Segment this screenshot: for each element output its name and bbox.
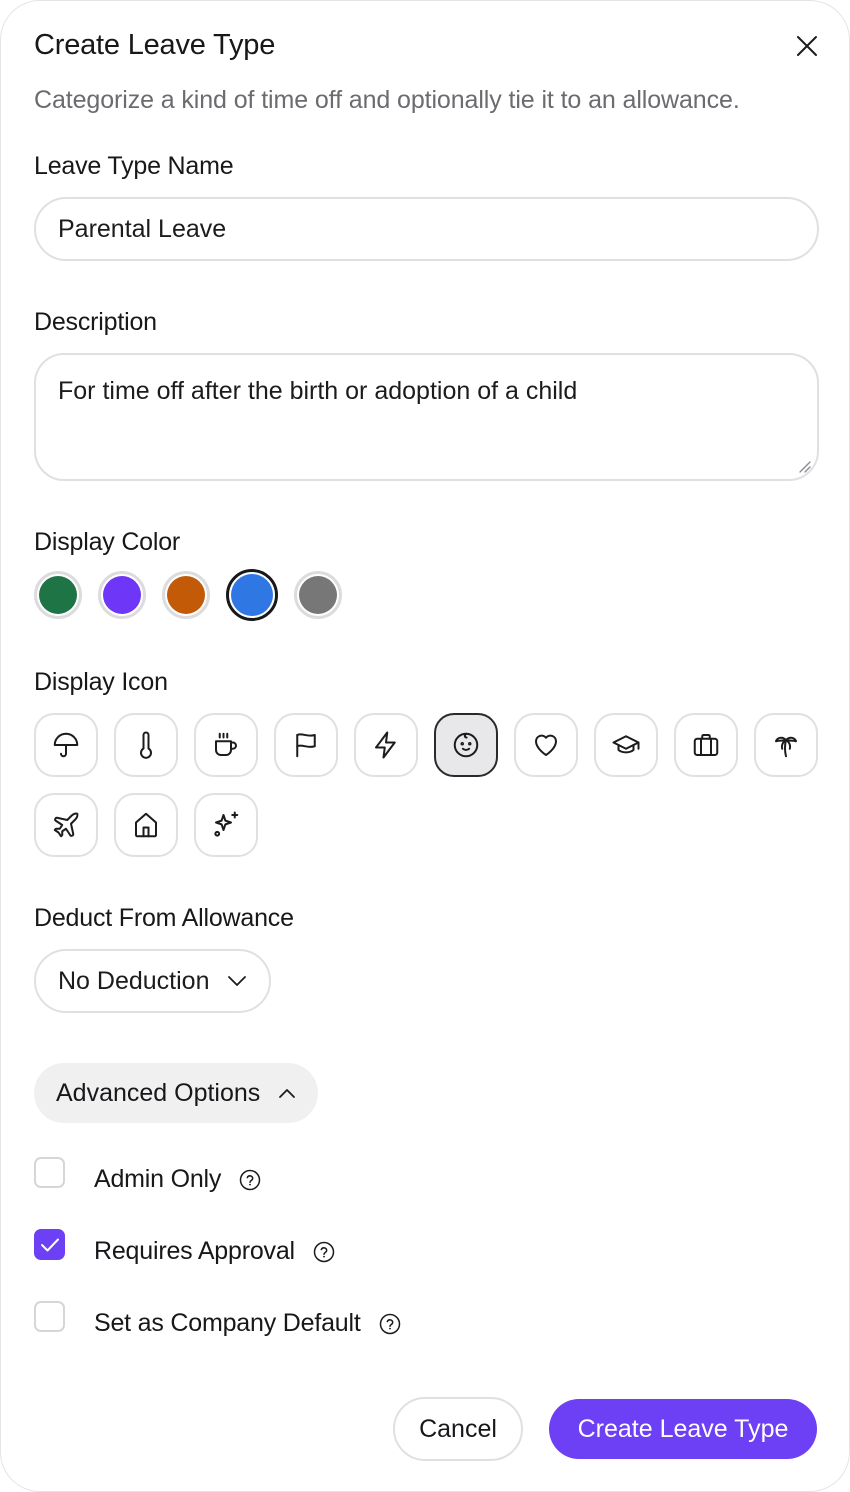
icon-option-heart[interactable] — [514, 713, 578, 777]
icon-option-flag[interactable] — [274, 713, 338, 777]
description-label: Description — [34, 308, 157, 336]
leave-type-name-input[interactable]: Parental Leave — [34, 197, 819, 261]
color-swatch-orange[interactable] — [162, 571, 210, 619]
display-color-label: Display Color — [34, 528, 181, 556]
help-circle-icon[interactable] — [313, 1241, 335, 1263]
color-swatch-gray[interactable] — [294, 571, 342, 619]
flag-icon — [296, 733, 316, 758]
help-circle-icon[interactable] — [239, 1169, 261, 1191]
icon-option-sparkles[interactable] — [194, 793, 258, 857]
admin-only-checkbox[interactable] — [34, 1157, 65, 1188]
admin-only-option: Admin Only — [34, 1157, 261, 1193]
leave-type-name-value: Parental Leave — [58, 214, 227, 243]
icon-option-thermometer[interactable] — [114, 713, 178, 777]
close-button[interactable] — [789, 28, 825, 64]
create-leave-type-button[interactable]: Create Leave Type — [549, 1399, 817, 1459]
thermometer-icon — [140, 731, 152, 759]
color-swatch-green[interactable] — [34, 571, 82, 619]
requires-approval-option: Requires Approval — [34, 1229, 335, 1265]
icon-option-zap[interactable] — [354, 713, 418, 777]
admin-only-label: Admin Only — [94, 1165, 222, 1193]
palm-tree-icon — [775, 736, 797, 758]
cancel-button[interactable]: Cancel — [393, 1397, 523, 1461]
close-icon — [797, 36, 817, 56]
zap-icon — [375, 731, 396, 759]
check-icon — [40, 1238, 59, 1251]
help-circle-icon[interactable] — [379, 1313, 401, 1335]
color-swatch-purple[interactable] — [98, 571, 146, 619]
icon-option-plane[interactable] — [34, 793, 98, 857]
icon-option-home[interactable] — [114, 793, 178, 857]
icon-option-baby[interactable] — [434, 713, 498, 777]
company-default-checkbox[interactable] — [34, 1301, 65, 1332]
home-icon — [135, 812, 157, 838]
dialog-subtitle: Categorize a kind of time off and option… — [34, 86, 740, 114]
umbrella-icon — [53, 732, 79, 758]
deduct-label: Deduct From Allowance — [34, 904, 294, 932]
color-swatch-group — [34, 569, 342, 621]
sparkles-icon — [214, 811, 239, 837]
display-icon-label: Display Icon — [34, 668, 168, 696]
chevron-down-icon — [228, 976, 247, 986]
requires-approval-checkbox[interactable] — [34, 1229, 65, 1260]
baby-icon — [453, 732, 479, 758]
create-leave-type-dialog: Create Leave Type Categorize a kind of t… — [0, 0, 850, 1492]
icon-option-palm-tree[interactable] — [754, 713, 818, 777]
description-value: For time off after the birth or adoption… — [58, 377, 578, 405]
company-default-option: Set as Company Default — [34, 1301, 400, 1337]
advanced-options-toggle[interactable]: Advanced Options — [34, 1063, 319, 1123]
icon-picker-grid — [34, 713, 824, 857]
description-textarea[interactable]: For time off after the birth or adoption… — [34, 353, 819, 481]
dialog-title: Create Leave Type — [34, 29, 276, 61]
deduct-select[interactable]: No Deduction — [34, 949, 272, 1013]
icon-option-umbrella[interactable] — [34, 713, 98, 777]
briefcase-icon — [693, 734, 719, 756]
leave-type-name-label: Leave Type Name — [34, 152, 234, 180]
company-default-label: Set as Company Default — [94, 1309, 361, 1337]
color-swatch-blue[interactable] — [226, 569, 278, 621]
icon-option-briefcase[interactable] — [674, 713, 738, 777]
resize-handle-icon[interactable] — [797, 459, 811, 473]
coffee-icon — [215, 732, 237, 756]
graduation-cap-icon — [612, 735, 640, 754]
icon-option-coffee[interactable] — [194, 713, 258, 777]
requires-approval-label: Requires Approval — [94, 1237, 295, 1265]
advanced-options-label: Advanced Options — [56, 1078, 261, 1107]
heart-icon — [535, 734, 557, 756]
plane-icon — [53, 812, 79, 838]
icon-option-graduation-cap[interactable] — [594, 713, 658, 777]
deduct-select-value: No Deduction — [58, 966, 210, 995]
chevron-up-icon — [279, 1088, 296, 1098]
